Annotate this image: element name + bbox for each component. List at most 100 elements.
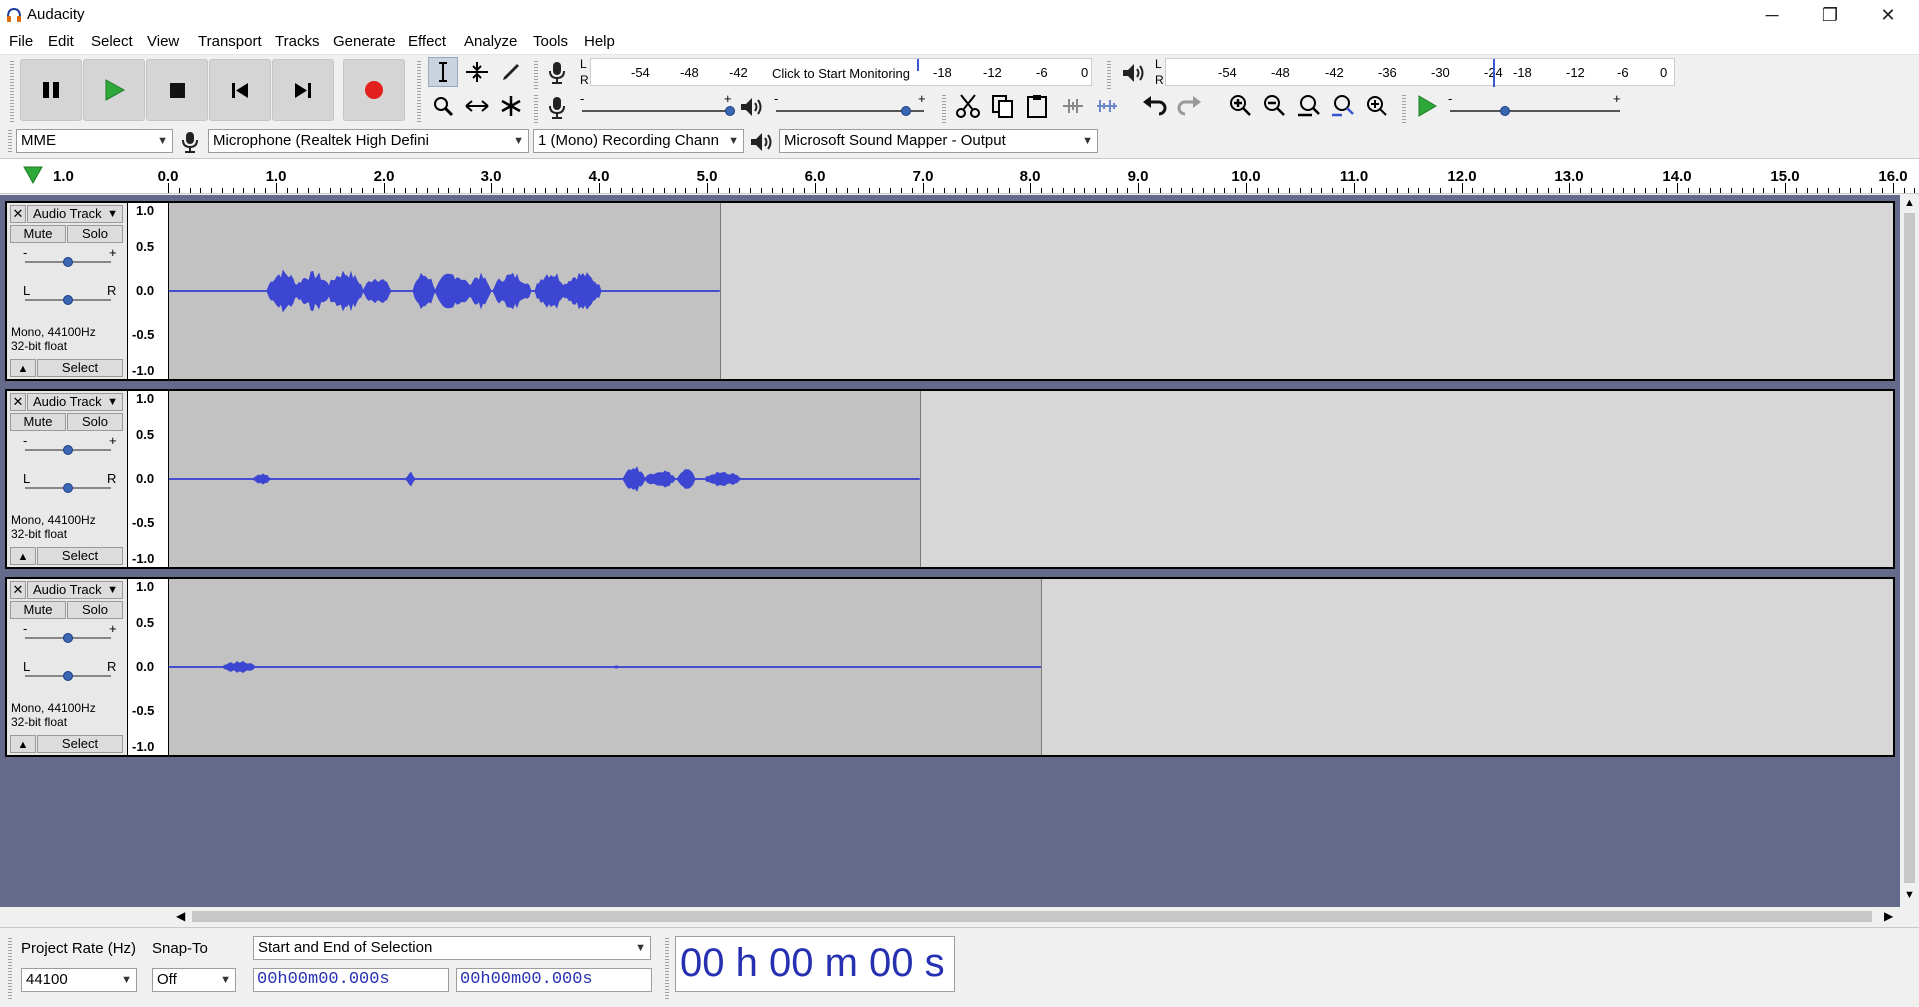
horizontal-scrollbar[interactable]: ◀ ▶: [0, 907, 1919, 926]
toolbar-grip[interactable]: [417, 59, 421, 123]
track-close-button[interactable]: ✕: [10, 205, 26, 223]
slider-thumb[interactable]: [63, 633, 73, 643]
zoom-in-button[interactable]: [1226, 91, 1256, 121]
scroll-up-icon[interactable]: ▲: [1904, 197, 1915, 209]
microphone-icon[interactable]: [545, 60, 569, 86]
play-at-speed-button[interactable]: [1412, 91, 1442, 121]
recording-device-select[interactable]: Microphone (Realtek High Defini ▼: [208, 129, 529, 153]
play-head-icon[interactable]: [22, 165, 44, 185]
audio-clip[interactable]: [169, 203, 721, 379]
horizontal-scroll-thumb[interactable]: [192, 911, 1872, 922]
timeline-ruler[interactable]: 1.0 0.0 1.0 2.0 3.0 4.0 5.0 6.0 7.0 8.0 9.0 10.0 11…: [0, 159, 1919, 194]
selection-tool[interactable]: [428, 57, 458, 87]
collapse-track-button[interactable]: ▲: [10, 547, 36, 565]
playback-meter[interactable]: -54 -48 -42 -36 -30 -24 -18 -12 -6 0: [1165, 58, 1675, 87]
playback-speed-slider[interactable]: - +: [1448, 91, 1624, 121]
draw-tool[interactable]: [496, 57, 526, 87]
envelope-tool[interactable]: [462, 57, 492, 87]
scroll-down-icon[interactable]: ▼: [1904, 889, 1915, 901]
menu-help[interactable]: Help: [584, 33, 615, 50]
slider-thumb[interactable]: [63, 671, 73, 681]
menu-tools[interactable]: Tools: [533, 33, 568, 50]
recording-channels-select[interactable]: 1 (Mono) Recording Chann ▼: [533, 129, 744, 153]
menu-transport[interactable]: Transport: [198, 33, 262, 50]
selection-mode-select[interactable]: Start and End of Selection ▼: [253, 936, 651, 960]
playback-device-select[interactable]: Microsoft Sound Mapper - Output ▼: [779, 129, 1098, 153]
menu-generate[interactable]: Generate: [333, 33, 396, 50]
collapse-track-button[interactable]: ▲: [10, 359, 36, 377]
menu-view[interactable]: View: [147, 33, 179, 50]
silence-audio-button[interactable]: [1092, 91, 1122, 121]
solo-button[interactable]: Solo: [67, 225, 123, 243]
slider-thumb[interactable]: [63, 295, 73, 305]
menu-edit[interactable]: Edit: [48, 33, 74, 50]
recording-volume-slider[interactable]: - +: [580, 91, 735, 121]
scroll-left-icon[interactable]: ◀: [176, 909, 185, 923]
scroll-right-icon[interactable]: ▶: [1884, 909, 1893, 923]
toolbar-grip[interactable]: [534, 93, 538, 123]
monitor-label[interactable]: Click to Start Monitoring: [772, 66, 910, 81]
playback-volume-slider[interactable]: - +: [774, 91, 929, 121]
pan-slider[interactable]: L R: [19, 471, 119, 497]
toolbar-grip[interactable]: [8, 936, 12, 1000]
select-track-button[interactable]: Select: [37, 735, 123, 753]
paste-button[interactable]: [1022, 91, 1052, 121]
audio-track[interactable]: ✕ Audio Track ▼ Mute Solo - + L R Mono, 4…: [5, 201, 1895, 381]
time-shift-tool[interactable]: [462, 91, 492, 121]
track-name-menu[interactable]: Audio Track ▼: [27, 205, 123, 223]
collapse-track-button[interactable]: ▲: [10, 735, 36, 753]
selection-start-time[interactable]: 00h00m00.000s: [253, 968, 449, 992]
menu-file[interactable]: File: [9, 33, 33, 50]
trim-audio-button[interactable]: [1058, 91, 1088, 121]
toolbar-grip[interactable]: [1107, 59, 1111, 89]
toolbar-grip[interactable]: [10, 59, 14, 123]
toolbar-grip[interactable]: [8, 128, 12, 154]
pause-button[interactable]: [20, 59, 82, 121]
track-name-menu[interactable]: Audio Track ▼: [27, 393, 123, 411]
slider-thumb[interactable]: [63, 445, 73, 455]
mute-button[interactable]: Mute: [10, 601, 66, 619]
zoom-out-button[interactable]: [1260, 91, 1290, 121]
gain-slider[interactable]: - +: [19, 433, 119, 459]
track-panel[interactable]: ✕ Audio Track ▼ Mute Solo - + L R Mono, 4…: [0, 195, 1900, 907]
menu-effect[interactable]: Effect: [408, 33, 446, 50]
pan-slider[interactable]: L R: [19, 283, 119, 309]
record-meter[interactable]: -54 -48 -42 Click to Start Monitoring -1…: [590, 58, 1092, 86]
cut-button[interactable]: [953, 91, 983, 121]
toolbar-grip[interactable]: [665, 936, 669, 1000]
toolbar-grip[interactable]: [534, 59, 538, 89]
solo-button[interactable]: Solo: [67, 413, 123, 431]
track-control-panel[interactable]: ✕ Audio Track ▼ Mute Solo - + L R Mono, 4…: [7, 579, 128, 755]
audio-clip[interactable]: [169, 579, 1042, 755]
menu-select[interactable]: Select: [91, 33, 133, 50]
undo-button[interactable]: [1140, 91, 1170, 121]
slider-thumb[interactable]: [901, 106, 911, 116]
toolbar-grip[interactable]: [942, 93, 946, 123]
snap-to-select[interactable]: Off ▼: [152, 968, 236, 992]
zoom-tool[interactable]: [428, 91, 458, 121]
minimize-button[interactable]: ─: [1743, 0, 1801, 30]
audio-host-select[interactable]: MME ▼: [16, 129, 173, 153]
selection-end-time[interactable]: 00h00m00.000s: [456, 968, 652, 992]
fit-project-button[interactable]: [1328, 91, 1358, 121]
slider-thumb[interactable]: [1500, 106, 1510, 116]
maximize-button[interactable]: ❐: [1801, 0, 1859, 30]
solo-button[interactable]: Solo: [67, 601, 123, 619]
skip-to-start-button[interactable]: [209, 59, 271, 121]
audio-position-display[interactable]: 00 h 00 m 00 s: [675, 936, 955, 992]
zoom-toggle-button[interactable]: [1362, 91, 1392, 121]
mute-button[interactable]: Mute: [10, 225, 66, 243]
multi-tool[interactable]: [496, 91, 526, 121]
pan-slider[interactable]: L R: [19, 659, 119, 685]
slider-thumb[interactable]: [725, 106, 735, 116]
skip-to-end-button[interactable]: [272, 59, 334, 121]
slider-thumb[interactable]: [63, 483, 73, 493]
menu-tracks[interactable]: Tracks: [275, 33, 319, 50]
track-control-panel[interactable]: ✕ Audio Track ▼ Mute Solo - + L R Mono, 4…: [7, 391, 128, 567]
track-close-button[interactable]: ✕: [10, 393, 26, 411]
gain-slider[interactable]: - +: [19, 621, 119, 647]
track-control-panel[interactable]: ✕ Audio Track ▼ Mute Solo - + L R Mono, 4…: [7, 203, 128, 379]
record-button[interactable]: [343, 59, 405, 121]
track-name-menu[interactable]: Audio Track ▼: [27, 581, 123, 599]
play-button[interactable]: [83, 59, 145, 121]
